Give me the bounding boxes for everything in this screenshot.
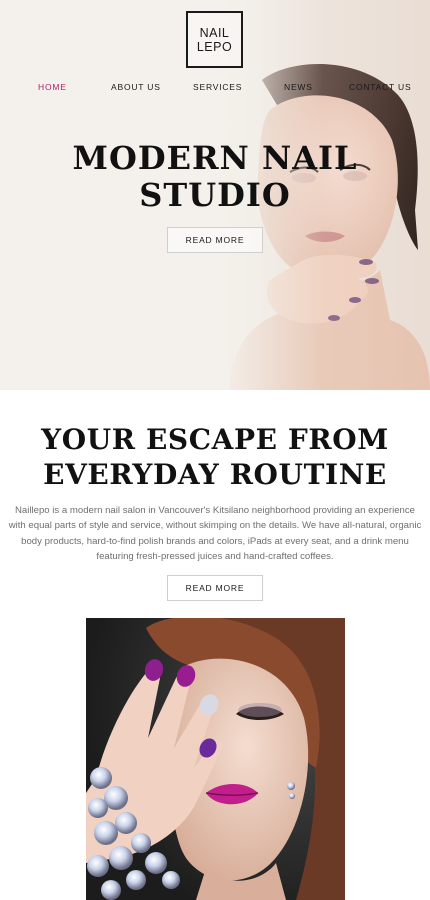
about-title: YOUR ESCAPE FROM EVERYDAY ROUTINE — [0, 422, 430, 492]
brand-logo[interactable]: NAIL LEPO — [186, 11, 243, 68]
main-nav: HOME ABOUT US SERVICES NEWS CONTACT US — [0, 82, 430, 94]
about-title-line1: YOUR ESCAPE FROM — [41, 423, 389, 456]
nav-item-news[interactable]: NEWS — [284, 82, 313, 92]
hero-title: MODERN NAIL STUDIO — [0, 140, 430, 214]
nav-item-home[interactable]: HOME — [38, 82, 67, 92]
hero-read-more-button[interactable]: READ MORE — [167, 227, 263, 253]
hero-title-line1: MODERN NAIL — [72, 139, 358, 177]
brand-logo-line2: LEPO — [196, 39, 233, 54]
nav-item-contact-us[interactable]: CONTACT US — [349, 82, 411, 92]
manicure-model-image — [86, 618, 345, 900]
about-paragraph: Naillepo is a modern nail salon in Vanco… — [8, 505, 422, 562]
brand-logo-line1: NAIL — [199, 25, 230, 40]
nav-item-about-us[interactable]: ABOUT US — [111, 82, 161, 92]
hero-title-line2: STUDIO — [139, 176, 291, 214]
nav-item-services[interactable]: SERVICES — [193, 82, 242, 92]
about-read-more-button[interactable]: READ MORE — [167, 575, 263, 601]
hero-section: NAIL LEPO HOME ABOUT US SERVICES NEWS CO… — [0, 0, 430, 390]
about-title-line2: EVERYDAY ROUTINE — [43, 458, 387, 491]
